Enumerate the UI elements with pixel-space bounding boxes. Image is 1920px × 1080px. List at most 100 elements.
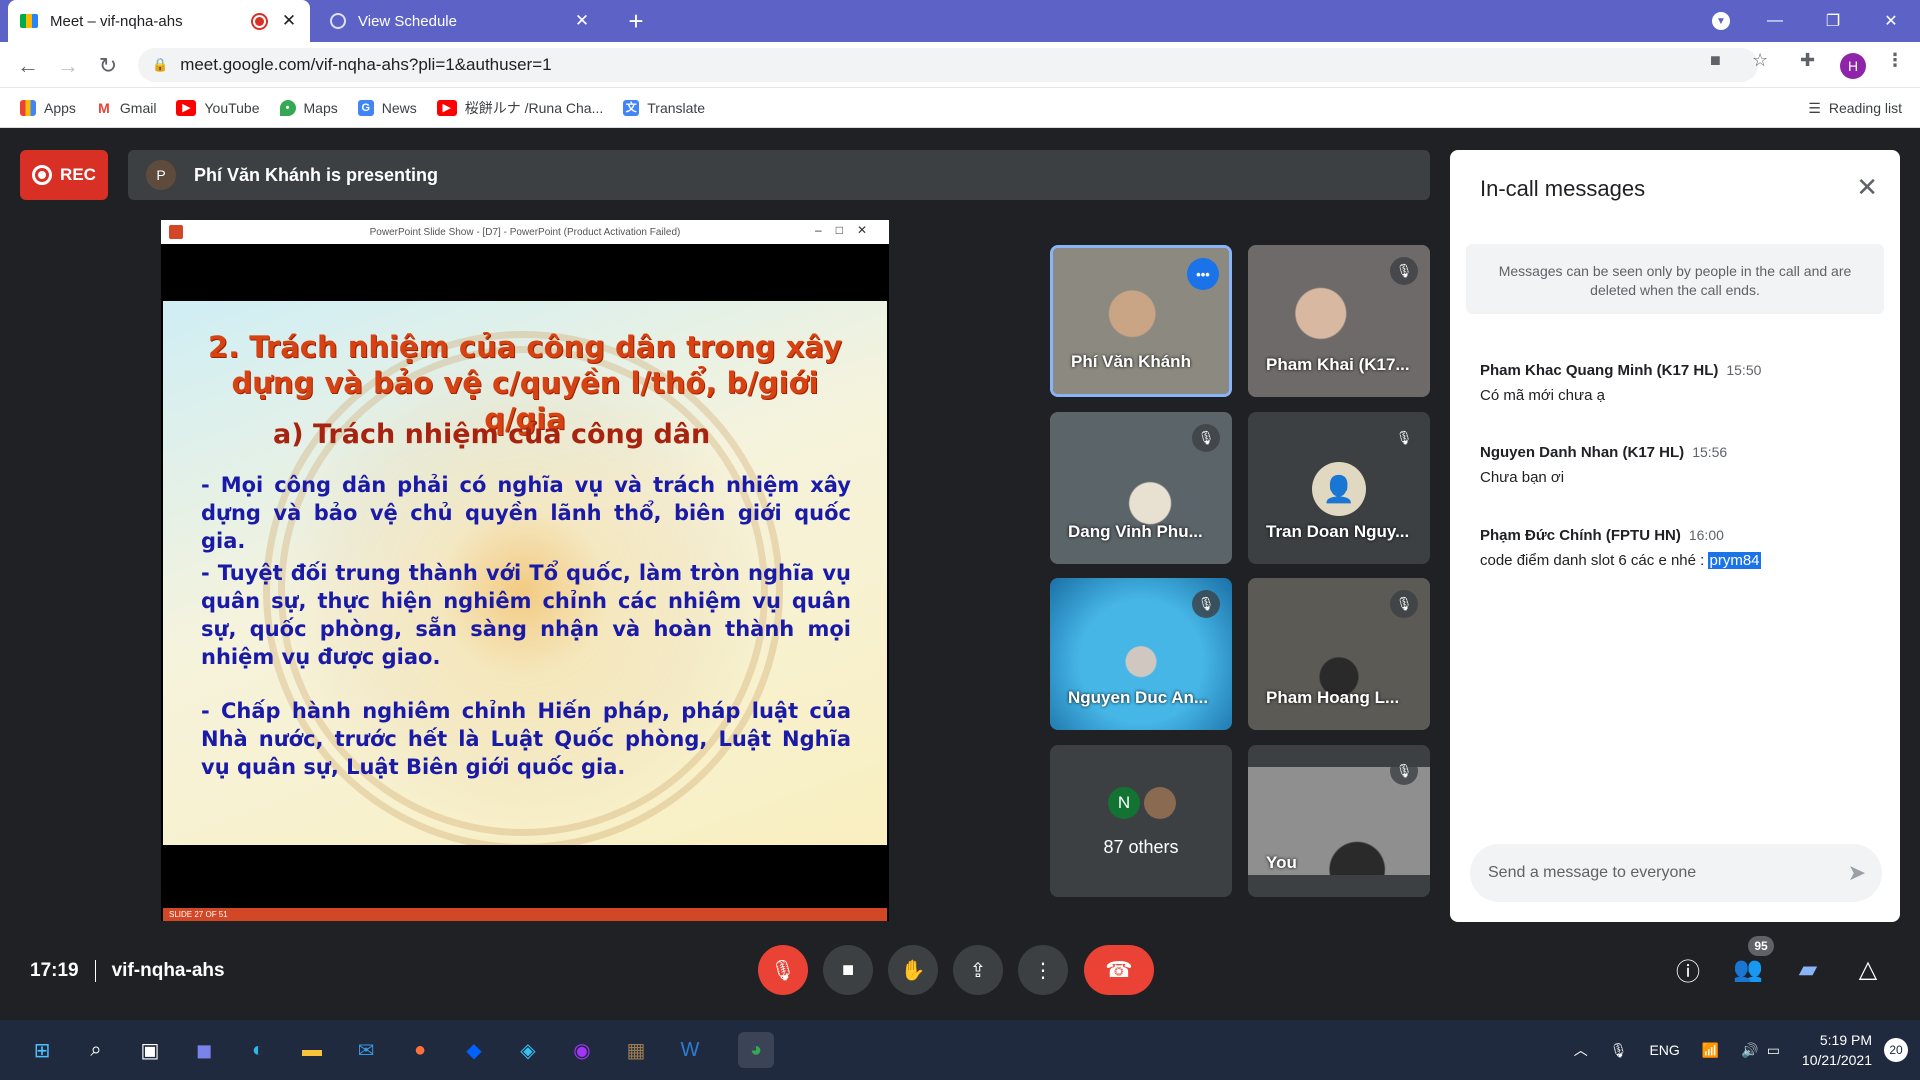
send-icon[interactable]: ➤: [1848, 860, 1866, 886]
more-options-button[interactable]: ⋮: [1018, 945, 1068, 995]
self-tile[interactable]: 🎙 You: [1248, 745, 1430, 897]
meeting-info: 17:19 vif-nqha-ahs: [30, 960, 225, 982]
bookmark-runa[interactable]: ▶ 桜餅ルナ /Runa Cha...: [436, 98, 603, 118]
bookmark-label: YouTube: [204, 99, 260, 116]
participant-tile[interactable]: ••• Phí Văn Khánh: [1050, 245, 1232, 397]
selected-text[interactable]: prym84: [1708, 552, 1761, 569]
extensions-icon[interactable]: ✚: [1800, 50, 1815, 71]
clock[interactable]: 5:19 PM 10/21/2021: [1802, 1030, 1872, 1070]
reading-list-button[interactable]: ☰ Reading list: [1808, 100, 1902, 117]
menu-dots-icon[interactable]: ⋮: [1886, 50, 1904, 71]
participant-tile[interactable]: 🎙 Pham Khai (K17...: [1248, 245, 1430, 397]
microphone-icon[interactable]: 🎙: [1610, 1042, 1628, 1059]
tab-search-icon[interactable]: ▼: [1698, 0, 1744, 42]
gmail-icon: M: [95, 99, 112, 116]
search-icon[interactable]: ⌕: [78, 1032, 114, 1068]
wifi-icon[interactable]: 📶: [1702, 1042, 1719, 1059]
mic-off-icon: 🎙: [1192, 590, 1220, 618]
bookmark-star-icon[interactable]: ☆: [1752, 50, 1768, 71]
activities-button[interactable]: △: [1848, 949, 1888, 989]
close-tab-icon[interactable]: ✕: [573, 11, 591, 31]
bookmark-youtube[interactable]: ▶ YouTube: [176, 99, 260, 116]
word-icon[interactable]: W: [672, 1032, 708, 1068]
bookmark-news[interactable]: G News: [357, 99, 417, 116]
profile-avatar[interactable]: H: [1840, 53, 1866, 79]
chat-input-placeholder: Send a message to everyone: [1488, 864, 1697, 881]
participant-tile[interactable]: 🎙 Nguyen Duc An...: [1050, 578, 1232, 730]
presenter-avatar: P: [146, 160, 176, 190]
people-icon: 👥: [1733, 955, 1763, 983]
chat-message: Phạm Đức Chính (FPTU HN) 16:00 code điểm …: [1480, 527, 1880, 569]
more-vert-icon: ⋮: [1033, 959, 1053, 982]
participant-tile[interactable]: 👤 🎙 Tran Doan Nguy...: [1248, 412, 1430, 564]
participant-name: Pham Hoang L...: [1266, 688, 1400, 707]
close-icon[interactable]: ✕: [1856, 172, 1878, 203]
recording-icon: [253, 14, 266, 28]
mail-icon[interactable]: ✉: [348, 1032, 384, 1068]
end-call-button[interactable]: ☎: [1084, 945, 1154, 995]
tab-view-schedule[interactable]: View Schedule ✕: [318, 0, 603, 42]
camera-icon[interactable]: ■: [1710, 50, 1721, 71]
bookmark-maps[interactable]: • Maps: [279, 99, 338, 116]
slide-status-bar: SLIDE 27 OF 51: [163, 908, 887, 921]
back-icon[interactable]: ←: [12, 50, 44, 82]
mic-off-button[interactable]: 🎙: [758, 945, 808, 995]
others-label: 87 others: [1103, 837, 1179, 857]
meeting-details-button[interactable]: ⓘ: [1668, 949, 1708, 989]
url-field[interactable]: 🔒 meet.google.com/vif-nqha-ahs?pli=1&aut…: [138, 48, 1758, 82]
language-indicator[interactable]: ENG: [1649, 1042, 1679, 1058]
bookmark-translate[interactable]: 文 Translate: [623, 99, 705, 116]
windows-taskbar: ⊞ ⌕ ▣ ◼ ◐ ▬ ✉ ● ◆ ◈ ◉ ▦ W ◕ ︿ 🎙 ENG 📶 🔊 …: [0, 1020, 1920, 1080]
start-icon[interactable]: ⊞: [24, 1032, 60, 1068]
news-icon: G: [357, 99, 374, 116]
new-tab-button[interactable]: +: [620, 4, 652, 38]
raise-hand-button[interactable]: ✋: [888, 945, 938, 995]
presenting-text: Phí Văn Khánh is presenting: [194, 164, 439, 185]
bookmark-apps[interactable]: Apps: [20, 99, 76, 116]
close-tab-icon[interactable]: ✕: [280, 11, 298, 31]
volume-icon[interactable]: 🔊: [1741, 1042, 1758, 1059]
minecraft-icon[interactable]: ▦: [618, 1032, 654, 1068]
notification-badge[interactable]: 20: [1884, 1038, 1908, 1062]
minimize-icon[interactable]: —: [1752, 0, 1798, 42]
chat-panel: In-call messages ✕ Messages can be seen …: [1450, 150, 1900, 922]
meeting-code: vif-nqha-ahs: [111, 960, 225, 981]
participant-name: Phí Văn Khánh: [1071, 352, 1191, 371]
dropbox-icon[interactable]: ◆: [456, 1032, 492, 1068]
file-explorer-icon[interactable]: ▬: [294, 1032, 330, 1068]
firefox-icon[interactable]: ●: [402, 1032, 438, 1068]
messenger-icon[interactable]: ◉: [564, 1032, 600, 1068]
tab-meet[interactable]: Meet – vif-nqha-ahs ✕: [8, 0, 310, 42]
ppt-window-title: PowerPoint Slide Show - [D7] - PowerPoin…: [369, 226, 681, 238]
others-tile[interactable]: N 87 others: [1050, 745, 1232, 897]
others-avatar: N: [1108, 787, 1140, 819]
present-button[interactable]: ⇪: [953, 945, 1003, 995]
chat-notice: Messages can be seen only by people in t…: [1466, 244, 1884, 314]
chat-input[interactable]: Send a message to everyone ➤: [1470, 844, 1882, 902]
participant-tile[interactable]: 🎙 Pham Hoang L...: [1248, 578, 1430, 730]
system-tray: ︿ 🎙 ENG 📶 🔊 ▭ 5:19 PM 10/21/2021 20: [1574, 1020, 1920, 1080]
message-text: code điểm danh slot 6 các e nhé :: [1480, 552, 1709, 569]
teams-chat-icon[interactable]: ◼: [186, 1032, 222, 1068]
task-view-icon[interactable]: ▣: [132, 1032, 168, 1068]
app-icon[interactable]: ◈: [510, 1032, 546, 1068]
youtube-icon: ▶: [176, 99, 197, 116]
chat-button[interactable]: ▰: [1788, 949, 1828, 989]
restore-icon[interactable]: ❐: [1810, 0, 1856, 42]
battery-icon[interactable]: ▭: [1767, 1042, 1780, 1059]
maps-pin-icon: •: [279, 99, 296, 116]
reload-icon[interactable]: ↻: [92, 50, 124, 82]
divider: [94, 960, 96, 982]
close-window-icon[interactable]: ✕: [1868, 0, 1914, 42]
camera-button[interactable]: ■: [823, 945, 873, 995]
bookmark-gmail[interactable]: M Gmail: [95, 99, 156, 116]
chevron-up-icon[interactable]: ︿: [1574, 1040, 1588, 1060]
phone-hangup-icon: ☎: [1105, 957, 1133, 982]
edge-icon[interactable]: ◐: [240, 1032, 276, 1068]
participant-count-badge: 95: [1748, 936, 1774, 956]
slide-subheading: a) Trách nhiệm của công dân: [273, 419, 711, 450]
participant-tile[interactable]: 🎙 Dang Vinh Phu...: [1050, 412, 1232, 564]
forward-icon[interactable]: →: [52, 50, 84, 82]
chrome-icon[interactable]: ◕: [738, 1032, 774, 1068]
others-avatar-photo: [1144, 787, 1176, 819]
